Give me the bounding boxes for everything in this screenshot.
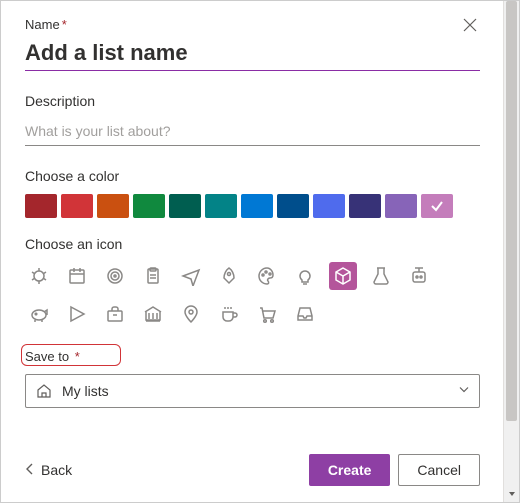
location-icon[interactable] bbox=[177, 300, 205, 328]
color-swatch-pink[interactable] bbox=[421, 194, 453, 218]
robot-icon[interactable] bbox=[405, 262, 433, 290]
scroll-down-icon[interactable] bbox=[504, 486, 519, 502]
save-to-dropdown[interactable]: My lists bbox=[25, 374, 480, 408]
scrollbar-thumb[interactable] bbox=[506, 1, 517, 421]
clipboard-icon[interactable] bbox=[139, 262, 167, 290]
save-to-label-text: Save to bbox=[25, 349, 69, 364]
cart-icon[interactable] bbox=[253, 300, 281, 328]
color-swatch-teal[interactable] bbox=[205, 194, 237, 218]
choose-color-label: Choose a color bbox=[25, 168, 480, 184]
cube-icon[interactable] bbox=[329, 262, 357, 290]
rocket-icon[interactable] bbox=[215, 262, 243, 290]
check-icon bbox=[430, 199, 444, 213]
cancel-button[interactable]: Cancel bbox=[398, 454, 480, 486]
home-icon bbox=[36, 383, 52, 399]
save-to-value: My lists bbox=[62, 383, 109, 399]
chevron-down-icon bbox=[459, 385, 469, 398]
color-swatch-dark-green[interactable] bbox=[169, 194, 201, 218]
airplane-icon[interactable] bbox=[177, 262, 205, 290]
close-icon[interactable] bbox=[460, 15, 480, 35]
color-swatch-red[interactable] bbox=[61, 194, 93, 218]
required-mark: * bbox=[75, 349, 80, 364]
color-swatch-dark-purple[interactable] bbox=[349, 194, 381, 218]
name-input[interactable] bbox=[25, 38, 480, 71]
color-swatch-row bbox=[25, 194, 480, 218]
color-swatch-dark-red[interactable] bbox=[25, 194, 57, 218]
color-swatch-indigo[interactable] bbox=[313, 194, 345, 218]
save-to-label: Save to * bbox=[25, 349, 80, 364]
back-button[interactable]: Back bbox=[25, 462, 72, 478]
required-mark: * bbox=[62, 17, 67, 32]
bug-icon[interactable] bbox=[25, 262, 53, 290]
play-icon[interactable] bbox=[63, 300, 91, 328]
color-swatch-blue[interactable] bbox=[241, 194, 273, 218]
lightbulb-icon[interactable] bbox=[291, 262, 319, 290]
description-label: Description bbox=[25, 93, 480, 109]
color-swatch-navy[interactable] bbox=[277, 194, 309, 218]
color-swatch-purple[interactable] bbox=[385, 194, 417, 218]
scrollbar[interactable] bbox=[503, 1, 519, 502]
create-button[interactable]: Create bbox=[309, 454, 391, 486]
description-input[interactable] bbox=[25, 119, 480, 146]
calendar-icon[interactable] bbox=[63, 262, 91, 290]
chevron-left-icon bbox=[25, 462, 35, 478]
piggy-bank-icon[interactable] bbox=[25, 300, 53, 328]
name-label-text: Name bbox=[25, 17, 60, 32]
briefcase-icon[interactable] bbox=[101, 300, 129, 328]
beaker-icon[interactable] bbox=[367, 262, 395, 290]
inbox-icon[interactable] bbox=[291, 300, 319, 328]
bank-icon[interactable] bbox=[139, 300, 167, 328]
name-label: Name* bbox=[25, 17, 480, 32]
color-swatch-orange[interactable] bbox=[97, 194, 129, 218]
icon-grid bbox=[25, 262, 445, 328]
target-icon[interactable] bbox=[101, 262, 129, 290]
color-swatch-green[interactable] bbox=[133, 194, 165, 218]
coffee-icon[interactable] bbox=[215, 300, 243, 328]
back-label: Back bbox=[41, 462, 72, 478]
palette-icon[interactable] bbox=[253, 262, 281, 290]
choose-icon-label: Choose an icon bbox=[25, 236, 480, 252]
